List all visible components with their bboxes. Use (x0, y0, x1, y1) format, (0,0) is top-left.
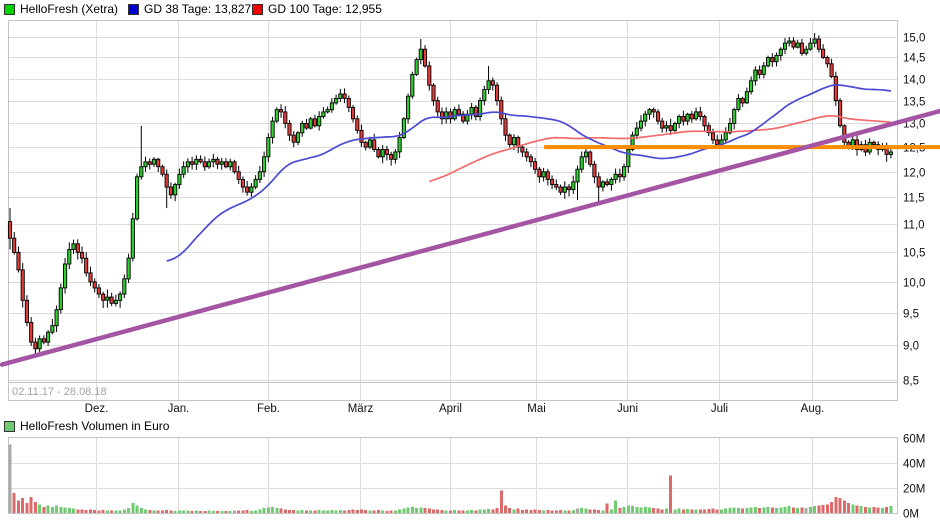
price-tick-label: 14,0 (903, 75, 925, 87)
price-tick-label: 8,5 (903, 376, 919, 388)
ma100-swatch-icon (252, 4, 263, 15)
stock-chart-window: 15,014,514,013,513,012,512,011,511,010,5… (0, 0, 940, 526)
ma38-label: GD 38 Tage: 13,827 (144, 2, 251, 16)
volume-series-swatch-icon (4, 421, 15, 432)
price-tick-label: 10,0 (903, 278, 925, 290)
date-range-label: 02.11.17 - 28.08.18 (12, 386, 107, 398)
grid-and-axes: 15,014,514,013,513,012,512,011,511,010,5… (8, 20, 925, 521)
price-tick-label: 10,5 (903, 248, 925, 260)
volume-tick-label: 0M (903, 509, 919, 521)
month-label: Aug. (801, 403, 825, 415)
price-tick-label: 14,5 (903, 53, 925, 65)
legend-item-volume: HelloFresh Volumen in Euro (4, 419, 169, 433)
month-label: Juni (617, 403, 638, 415)
month-label: März (348, 403, 374, 415)
price-tick-label: 11,5 (903, 193, 925, 205)
trend-line (2, 111, 940, 365)
ma38-swatch-icon (128, 4, 139, 15)
month-label: Juli (711, 403, 728, 415)
price-tick-label: 9,0 (903, 341, 919, 353)
price-series-label: HelloFresh (Xetra) (20, 2, 118, 16)
month-label: Feb. (257, 403, 280, 415)
volume-series-label: HelloFresh Volumen in Euro (20, 419, 169, 433)
price-tick-label: 11,0 (903, 220, 925, 232)
volume-tick-label: 40M (903, 459, 925, 471)
ma100-label: GD 100 Tage: 12,955 (268, 2, 382, 16)
month-label: Jan. (168, 403, 190, 415)
price-tick-label: 12,0 (903, 168, 925, 180)
legend-item-price: HelloFresh (Xetra) (4, 2, 118, 16)
price-tick-label: 13,5 (903, 97, 925, 109)
month-label: April (439, 403, 462, 415)
price-volume-chart: 15,014,514,013,513,012,512,011,511,010,5… (0, 0, 940, 526)
volume-tick-label: 60M (903, 434, 925, 446)
legend-item-ma100: GD 100 Tage: 12,955 (252, 2, 382, 16)
volume-tick-label: 20M (903, 484, 925, 496)
month-label: Mai (527, 403, 546, 415)
plot-borders (8, 21, 898, 514)
price-tick-label: 9,5 (903, 309, 919, 321)
price-series-swatch-icon (4, 4, 15, 15)
price-tick-label: 15,0 (903, 33, 925, 45)
month-label: Dez. (85, 403, 109, 415)
legend-item-ma38: GD 38 Tage: 13,827 (128, 2, 251, 16)
